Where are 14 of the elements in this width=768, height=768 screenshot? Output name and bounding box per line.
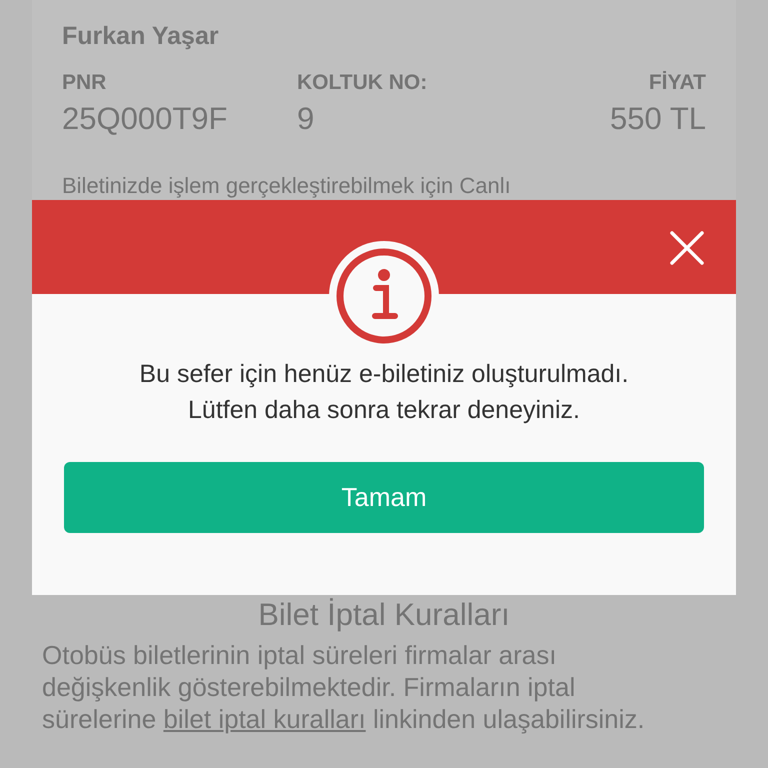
field-value: 550 TL [609, 101, 706, 137]
ok-button[interactable]: Tamam [64, 462, 704, 533]
rules-link[interactable]: bilet iptal kuralları [163, 704, 366, 734]
close-icon[interactable] [670, 231, 704, 265]
notice-text: Biletinizde işlem gerçekleştirebilmek için Canlı [62, 173, 512, 199]
field-label: KOLTUK NO: [297, 71, 428, 95]
field-label: PNR [62, 71, 108, 95]
rules-heading: Bilet İptal Kuralları [257, 597, 511, 633]
dialog-message: Bu sefer için henüz e-biletiniz oluşturulmadı. Lütfen daha sonra tekrar deneyiniz. [139, 359, 629, 426]
field-label: FİYAT [648, 71, 706, 95]
rules-paragraph: Otobüs biletlerinin iptal süreleri firmalar arası değişkenlik gösterebilmektedir. Firmaların iptal sürelerine bilet iptal kuralları linkinden ulaşabilirsiniz. [42, 639, 646, 735]
field-value: 9 [297, 101, 316, 137]
passenger-name: Furkan Yaşar [62, 22, 220, 51]
field-value: 25Q000T9F [62, 101, 228, 137]
